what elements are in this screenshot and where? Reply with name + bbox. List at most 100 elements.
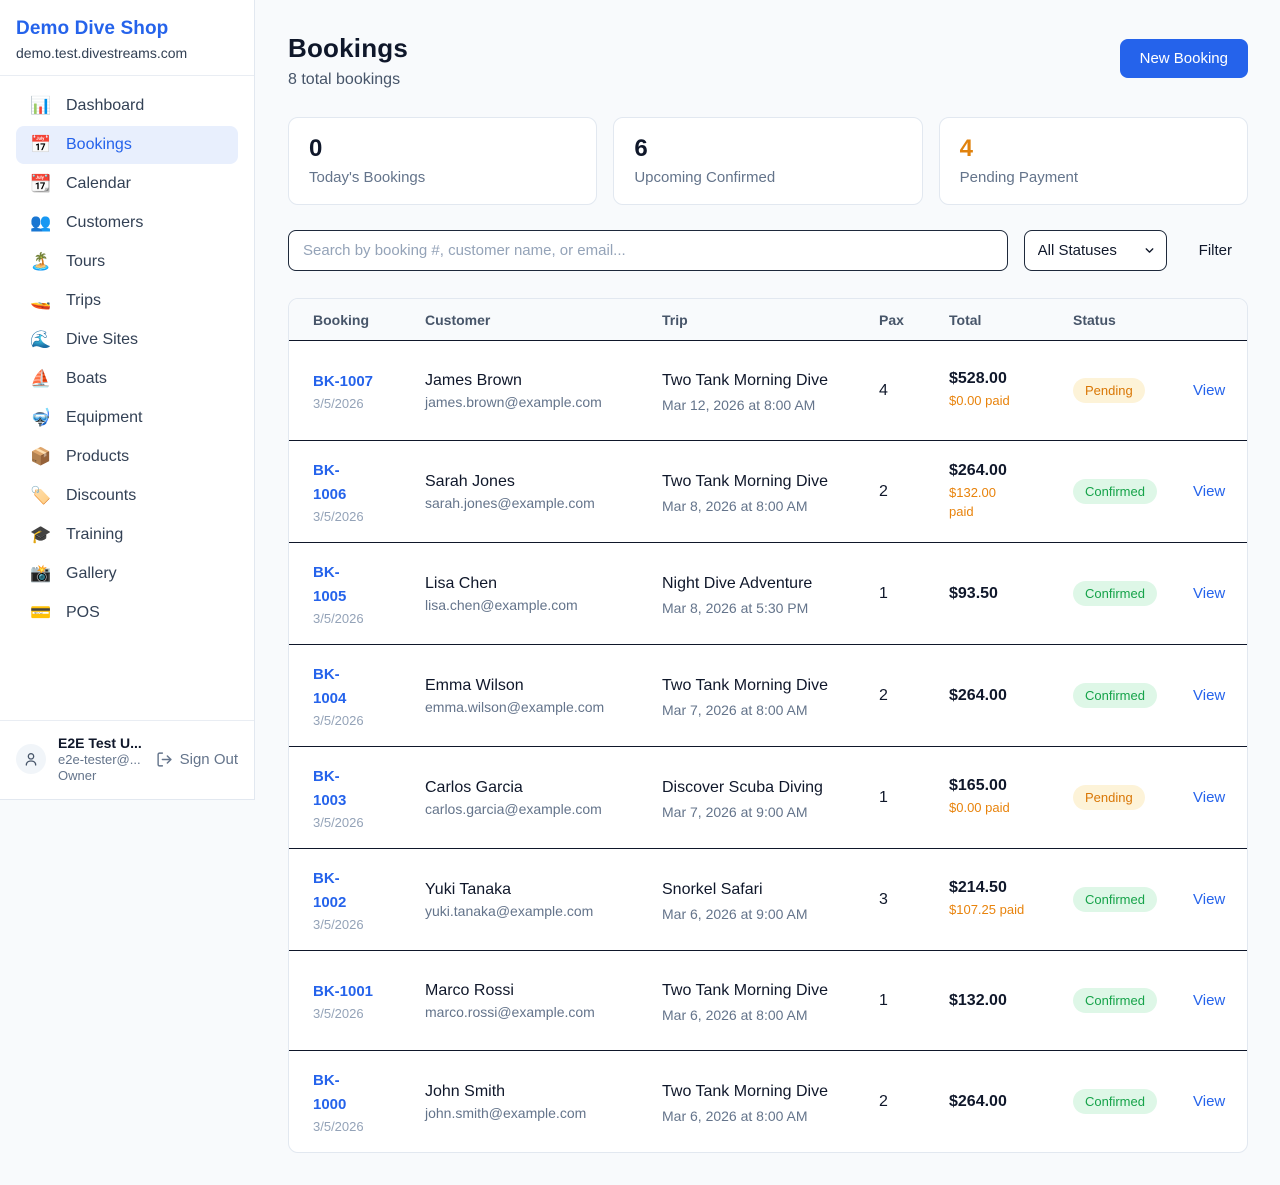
paid-amount: $132.00paid [949,484,1027,520]
pax-count: 3 [855,873,925,927]
view-link[interactable]: View [1193,687,1225,704]
calendar-icon: 📆 [30,174,52,194]
booking-id-link[interactable]: BK-1005 [313,561,346,609]
booking-date: 3/5/2026 [313,396,401,411]
trip-datetime: Mar 8, 2026 at 5:30 PM [662,600,855,616]
customer-email: john.smith@example.com [425,1105,638,1121]
user-name: E2E Test U... [58,735,144,751]
customer-email: sarah.jones@example.com [425,495,638,511]
sidebar-item-customers[interactable]: 👥 Customers [16,204,238,242]
customer-name: Yuki Tanaka [425,881,638,899]
booking-date: 3/5/2026 [313,509,401,524]
stat-label: Pending Payment [960,169,1227,186]
total-amount: $264.00 [949,687,1049,705]
user-block: E2E Test U... e2e-tester@... Owner Sign … [0,720,254,799]
customer-name: John Smith [425,1083,638,1101]
stat-value: 0 [309,135,576,163]
total-amount: $93.50 [949,585,1049,603]
trip-cell: Night Dive Adventure Mar 8, 2026 at 5:30… [638,554,855,634]
sidebar-item-pos[interactable]: 💳 POS [16,594,238,632]
customer-email: lisa.chen@example.com [425,597,638,613]
status-badge: Confirmed [1073,683,1157,708]
brand-name[interactable]: Demo Dive Shop [16,18,238,40]
stat-value: 6 [634,135,901,163]
total-cell: $214.50 $107.25 paid [925,861,1049,937]
sidebar-item-calendar[interactable]: 📆 Calendar [16,165,238,203]
view-link[interactable]: View [1193,1093,1225,1110]
view-link[interactable]: View [1193,483,1225,500]
booking-id-link[interactable]: BK-1004 [313,663,346,711]
booking-date: 3/5/2026 [313,713,401,728]
products-icon: 📦 [30,447,52,467]
customer-email: james.brown@example.com [425,394,638,410]
avatar [16,744,46,774]
customer-cell: Yuki Tanaka yuki.tanaka@example.com [401,863,638,937]
sign-out-icon [156,751,173,768]
sidebar-item-label: Calendar [66,175,131,193]
search-input[interactable] [288,230,1008,271]
sidebar-item-discounts[interactable]: 🏷️ Discounts [16,477,238,515]
sidebar-item-gallery[interactable]: 📸 Gallery [16,555,238,593]
view-link[interactable]: View [1193,382,1225,399]
sidebar-item-products[interactable]: 📦 Products [16,438,238,476]
booking-id-link[interactable]: BK-1007 [313,370,373,394]
booking-id-link[interactable]: BK-1002 [313,867,346,915]
view-link[interactable]: View [1193,992,1225,1009]
booking-id-link[interactable]: BK-1006 [313,459,346,507]
view-link[interactable]: View [1193,789,1225,806]
trip-datetime: Mar 7, 2026 at 9:00 AM [662,804,855,820]
total-cell: $165.00 $0.00 paid [925,759,1049,835]
table-row: BK-1006 3/5/2026 Sarah Jones sarah.jones… [289,441,1247,543]
booking-date: 3/5/2026 [313,917,401,932]
booking-cell: BK-1007 3/5/2026 [289,352,401,429]
sidebar-item-trips[interactable]: 🚤 Trips [16,282,238,320]
customer-name: James Brown [425,372,638,390]
sidebar-item-bookings[interactable]: 📅 Bookings [16,126,238,164]
booking-id-link[interactable]: BK-1003 [313,765,346,813]
sign-out-button[interactable]: Sign Out [156,751,238,768]
trip-cell: Two Tank Morning Dive Mar 6, 2026 at 8:0… [638,961,855,1041]
booking-id-link[interactable]: BK-1000 [313,1069,346,1117]
customer-name: Emma Wilson [425,677,638,695]
brand-block: Demo Dive Shop demo.test.divestreams.com [0,0,254,76]
trip-name: Night Dive Adventure [662,572,832,596]
trip-cell: Two Tank Morning Dive Mar 8, 2026 at 8:0… [638,452,855,532]
sidebar-item-dive-sites[interactable]: 🌊 Dive Sites [16,321,238,359]
sidebar-item-training[interactable]: 🎓 Training [16,516,238,554]
tours-icon: 🏝️ [30,252,52,272]
customer-cell: Lisa Chen lisa.chen@example.com [401,557,638,631]
customer-name: Marco Rossi [425,982,638,1000]
sidebar-item-boats[interactable]: ⛵ Boats [16,360,238,398]
new-booking-button[interactable]: New Booking [1120,39,1248,78]
view-cell: View [1169,669,1247,723]
view-cell: View [1169,465,1247,519]
stat-label: Today's Bookings [309,169,576,186]
customer-name: Sarah Jones [425,473,638,491]
boats-icon: ⛵ [30,369,52,389]
status-filter-select[interactable]: All Statuses [1024,230,1167,271]
gallery-icon: 📸 [30,564,52,584]
filter-button[interactable]: Filter [1183,242,1248,259]
sidebar-item-label: Training [66,526,123,544]
customer-name: Lisa Chen [425,575,638,593]
column-header-customer: Customer [401,299,638,340]
stat-label: Upcoming Confirmed [634,169,901,186]
table-header-row: BookingCustomerTripPaxTotalStatus [289,299,1247,341]
sidebar-item-tours[interactable]: 🏝️ Tours [16,243,238,281]
column-header-total: Total [925,299,1049,340]
view-link[interactable]: View [1193,891,1225,908]
view-link[interactable]: View [1193,585,1225,602]
paid-amount: $107.25 paid [949,901,1027,919]
user-role: Owner [58,768,144,783]
booking-date: 3/5/2026 [313,815,401,830]
pax-count: 1 [855,771,925,825]
column-header-booking: Booking [289,299,401,340]
toolbar: All Statuses Filter [288,230,1248,271]
status-cell: Confirmed [1049,461,1169,522]
customer-cell: Sarah Jones sarah.jones@example.com [401,455,638,529]
sidebar-item-dashboard[interactable]: 📊 Dashboard [16,87,238,125]
customer-email: yuki.tanaka@example.com [425,903,638,919]
sidebar-item-equipment[interactable]: 🤿 Equipment [16,399,238,437]
booking-id-link[interactable]: BK-1001 [313,980,373,1004]
sidebar-item-label: Bookings [66,136,132,154]
